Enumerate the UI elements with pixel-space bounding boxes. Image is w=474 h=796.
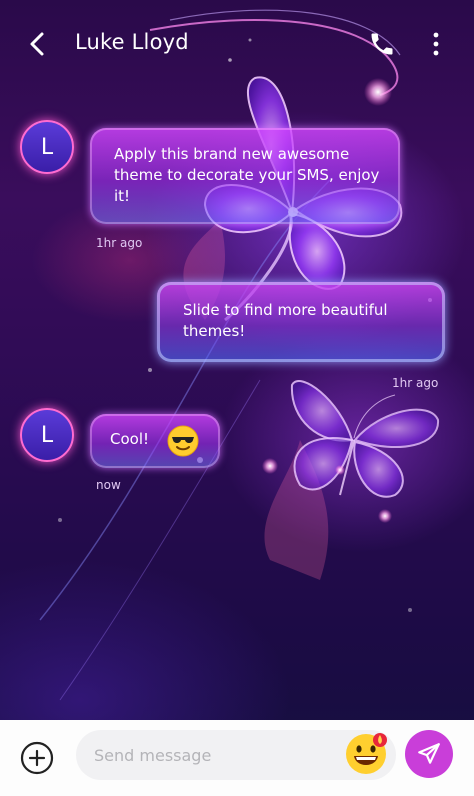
chat-header: Luke Lloyd <box>0 0 474 88</box>
send-icon <box>418 743 440 764</box>
send-button[interactable] <box>405 730 453 778</box>
back-button[interactable] <box>24 28 52 60</box>
plus-circle-icon <box>20 741 54 775</box>
message-text: Cool! <box>110 430 150 448</box>
message-bubble-incoming[interactable]: Apply this brand new awesome theme to de… <box>90 128 400 224</box>
call-button[interactable] <box>368 30 396 58</box>
grinning-emoji-icon <box>346 733 387 774</box>
avatar-letter: L <box>40 134 54 160</box>
message-timestamp: now <box>96 478 121 492</box>
chat-screen: Luke Lloyd L Apply this brand new awesom… <box>0 0 474 796</box>
message-bubble-incoming[interactable]: Cool! <box>90 414 220 468</box>
sunglasses-emoji-icon <box>167 425 199 457</box>
emoji-button[interactable] <box>344 732 388 776</box>
chevron-left-icon <box>30 32 44 56</box>
contact-name: Luke Lloyd <box>75 30 189 54</box>
small-butterfly <box>290 380 440 498</box>
add-attachment-button[interactable] <box>20 741 54 775</box>
message-bubble-outgoing[interactable]: Slide to find more beautiful themes! <box>157 282 445 362</box>
more-options-button[interactable] <box>424 30 448 58</box>
avatar-letter: L <box>40 422 54 448</box>
message-timestamp: 1hr ago <box>96 236 143 250</box>
phone-icon <box>371 33 393 55</box>
message-text: Apply this brand new awesome theme to de… <box>114 145 380 205</box>
avatar[interactable]: L <box>20 120 74 174</box>
message-text: Slide to find more beautiful themes! <box>183 301 388 340</box>
message-timestamp: 1hr ago <box>392 376 439 390</box>
avatar[interactable]: L <box>20 408 74 462</box>
more-vertical-icon <box>433 32 439 56</box>
